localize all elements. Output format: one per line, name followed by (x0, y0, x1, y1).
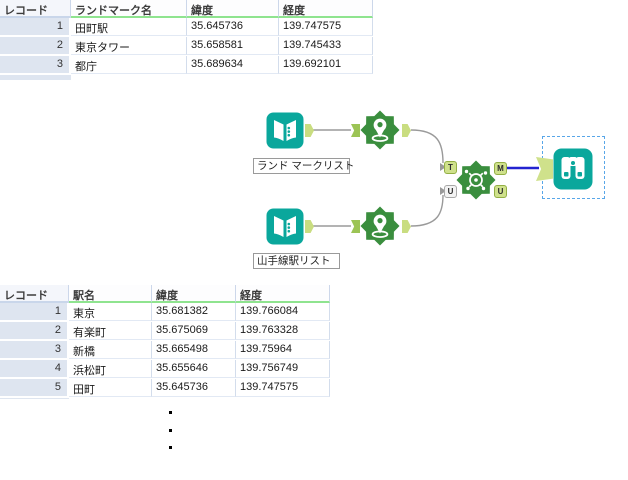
connection-createpoints1-findnearest-t (410, 129, 444, 164)
partial-row (279, 75, 373, 80)
partial-row (152, 398, 236, 399)
tool-label-landmark-list[interactable]: ランド マークリスト (253, 158, 354, 174)
column-header: 緯度 (152, 285, 236, 303)
table-cell: 139.756749 (236, 360, 330, 378)
table-cell: 新橋 (69, 341, 152, 359)
record-number: 2 (0, 37, 71, 56)
table-cell: 139.745433 (279, 37, 373, 55)
table-cell: 35.645736 (152, 379, 236, 397)
table-cell: 35.645736 (187, 18, 279, 36)
find-nearest-tool[interactable] (456, 160, 496, 200)
column-header: レコード (0, 285, 69, 303)
input-data-tool-landmark[interactable] (266, 112, 304, 149)
anchor-u-output[interactable]: U (494, 185, 507, 198)
browse-input-anchor[interactable] (536, 157, 553, 181)
connection-createpoints2-findnearest-u (410, 194, 444, 227)
station-results-table: レコード 駅名 緯度 経度 1 東京 35.681382 139.766084 … (0, 285, 330, 399)
partial-row (236, 398, 330, 399)
table-cell: 東京タワー (71, 37, 187, 55)
table-cell: 都庁 (71, 56, 187, 74)
table-cell: 浜松町 (69, 360, 152, 378)
partial-row (69, 398, 152, 399)
table-cell: 35.658581 (187, 37, 279, 55)
create-points-tool-2[interactable] (360, 206, 400, 246)
browse-icon (553, 148, 593, 190)
record-number: 5 (0, 379, 69, 398)
table-cell: 有楽町 (69, 322, 152, 340)
partial-row (71, 75, 187, 80)
input-anchor[interactable] (351, 220, 360, 233)
table-cell: 139.747575 (236, 379, 330, 397)
more-rows-dot (169, 446, 172, 449)
more-rows-dot (169, 429, 172, 432)
partial-row (187, 75, 279, 80)
column-header: 緯度 (187, 0, 279, 18)
partial-row (0, 398, 69, 399)
anchor-u-input[interactable]: U (444, 185, 457, 198)
column-header: 経度 (236, 285, 330, 303)
table-cell: 35.665498 (152, 341, 236, 359)
table-cell: 東京 (69, 303, 152, 321)
create-points-icon (360, 110, 400, 150)
table-cell: 139.747575 (279, 18, 373, 36)
column-header: 駅名 (69, 285, 152, 303)
record-number: 2 (0, 322, 69, 341)
record-number: 1 (0, 18, 71, 37)
record-number: 3 (0, 56, 71, 75)
output-anchor[interactable] (402, 220, 411, 233)
table-cell: 35.675069 (152, 322, 236, 340)
input-data-icon (266, 208, 304, 245)
partial-row (0, 75, 71, 80)
browse-tool[interactable] (553, 148, 593, 190)
record-number: 4 (0, 360, 69, 379)
input-data-icon (266, 112, 304, 149)
landmark-results-table: レコード ランドマーク名 緯度 経度 1 田町駅 35.645736 139.7… (0, 0, 373, 80)
anchor-t-input[interactable]: T (444, 161, 457, 174)
output-anchor[interactable] (305, 124, 314, 137)
more-rows-dot (169, 411, 172, 414)
table-cell: 139.766084 (236, 303, 330, 321)
table-cell: 139.763328 (236, 322, 330, 340)
input-data-tool-stations[interactable] (266, 208, 304, 245)
tool-label-station-list[interactable]: 山手線駅リスト (253, 253, 340, 269)
table-cell: 139.75964 (236, 341, 330, 359)
find-nearest-icon (456, 160, 496, 200)
record-number: 1 (0, 303, 69, 322)
table-cell: 35.689634 (187, 56, 279, 74)
record-number: 3 (0, 341, 69, 360)
column-header: レコード (0, 0, 71, 18)
anchor-m-output[interactable]: M (494, 162, 507, 175)
table-cell: 35.681382 (152, 303, 236, 321)
output-anchor[interactable] (402, 124, 411, 137)
table-cell: 139.692101 (279, 56, 373, 74)
column-header: ランドマーク名 (71, 0, 187, 18)
input-anchor[interactable] (351, 124, 360, 137)
table-cell: 田町駅 (71, 18, 187, 36)
output-anchor[interactable] (305, 220, 314, 233)
table-cell: 田町 (69, 379, 152, 397)
column-header: 経度 (279, 0, 373, 18)
create-points-tool-1[interactable] (360, 110, 400, 150)
table-cell: 35.655646 (152, 360, 236, 378)
create-points-icon (360, 206, 400, 246)
